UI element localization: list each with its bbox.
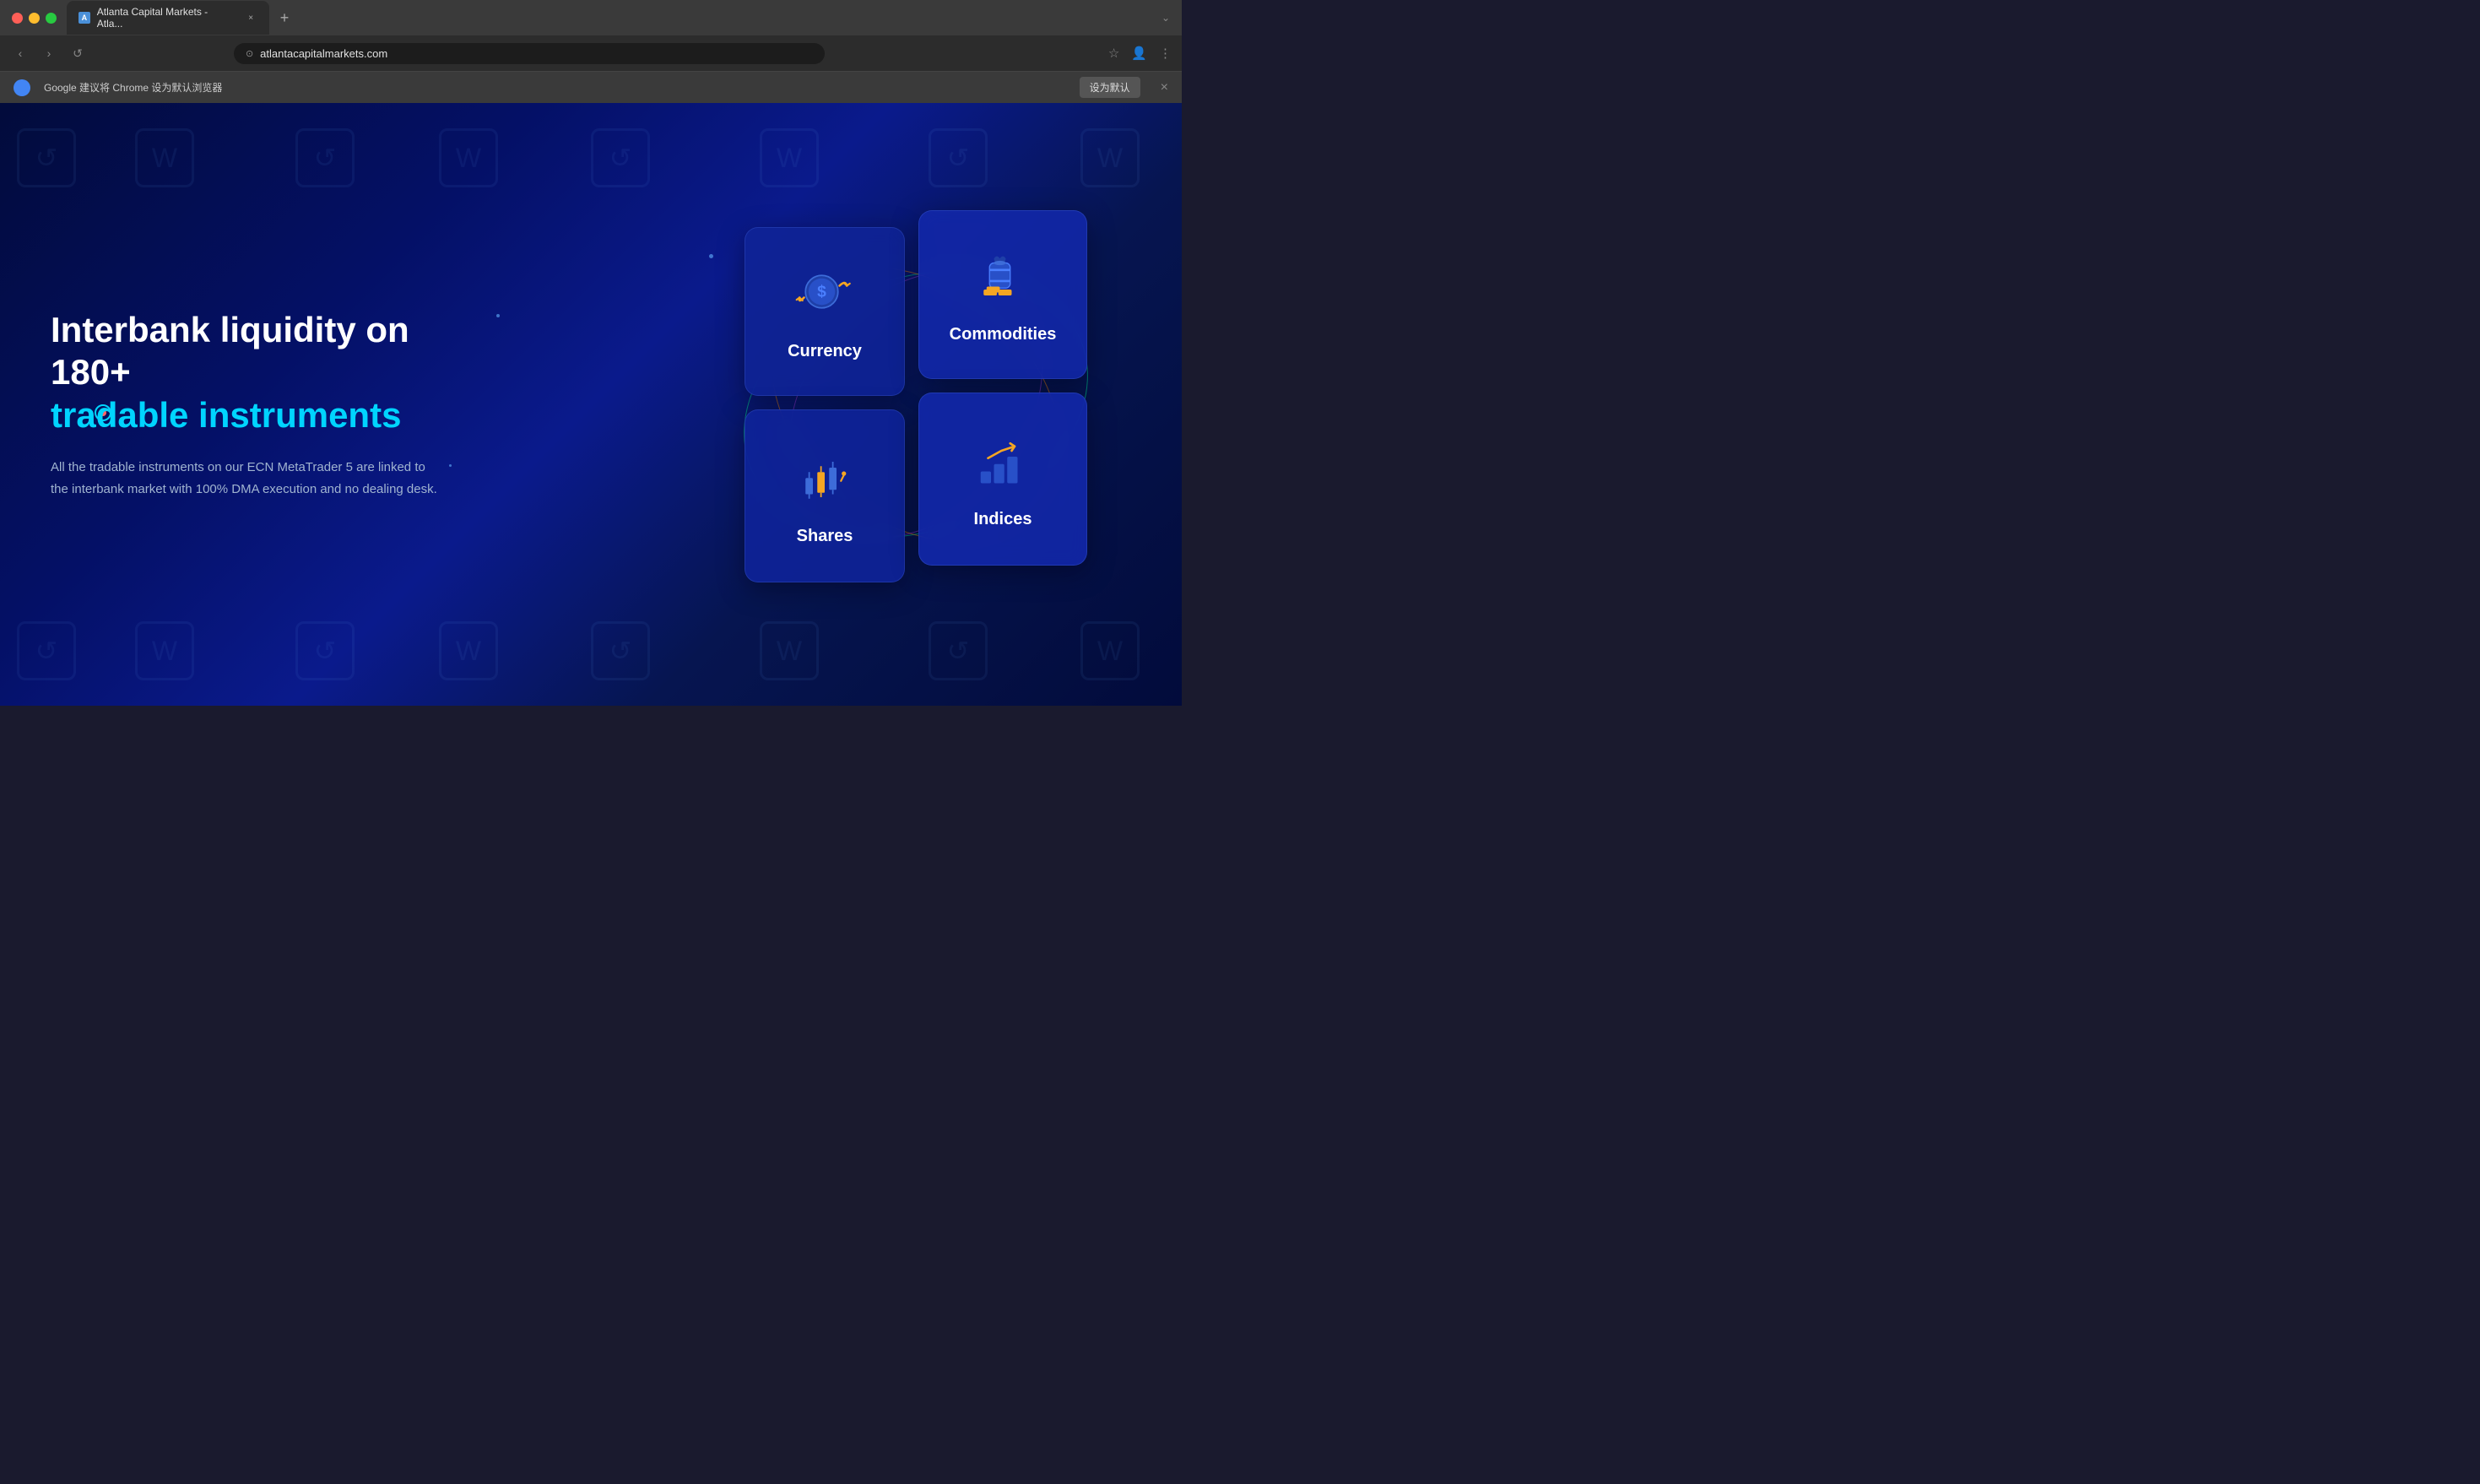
- commodities-card[interactable]: Commodities: [918, 210, 1087, 379]
- currency-icon: $: [791, 261, 858, 328]
- traffic-lights: [12, 13, 57, 24]
- shares-label: Shares: [797, 527, 853, 546]
- profile-icon[interactable]: 👤: [1131, 46, 1147, 61]
- notification-bar: Google 建议将 Chrome 设为默认浏览器 设为默认 ×: [0, 71, 1182, 103]
- url-text: atlantacapitalmarkets.com: [260, 47, 813, 60]
- currency-card[interactable]: $ Currency: [745, 227, 905, 396]
- watermark-icon-3: ↺: [295, 128, 355, 187]
- shares-icon: [791, 446, 858, 513]
- main-content: ↺ W ↺ W ↺ W ↺ W ↺ W ↺ W ↺ W ↺ W Interban…: [0, 103, 1182, 706]
- watermark-icon-4: W: [439, 128, 498, 187]
- watermark-icon-11: ↺: [295, 621, 355, 680]
- maximize-button[interactable]: [46, 13, 57, 24]
- forward-button[interactable]: ›: [39, 43, 59, 63]
- indices-card[interactable]: Indices: [918, 393, 1087, 566]
- browser-toolbar: ‹ › ↺ ⊙ atlantacapitalmarkets.com ☆ 👤 ⋮: [0, 35, 1182, 71]
- refresh-button[interactable]: ↺: [68, 43, 88, 63]
- menu-icon[interactable]: ⋮: [1159, 46, 1172, 61]
- watermark-icon-9: ↺: [17, 621, 76, 680]
- minimize-button[interactable]: [29, 13, 40, 24]
- tab-bar: A Atlanta Capital Markets - Atla... × +: [67, 1, 1161, 35]
- window-controls-chevron[interactable]: ⌄: [1161, 12, 1170, 24]
- google-logo: [14, 79, 30, 96]
- tab-title: Atlanta Capital Markets - Atla...: [97, 6, 234, 30]
- toolbar-icons: ☆ 👤 ⋮: [1108, 46, 1172, 61]
- headline-line2: tradable instruments: [51, 395, 401, 435]
- bookmark-icon[interactable]: ☆: [1108, 46, 1119, 61]
- commodities-label: Commodities: [950, 325, 1057, 344]
- svg-text:$: $: [817, 284, 826, 301]
- close-button[interactable]: [12, 13, 23, 24]
- title-bar: A Atlanta Capital Markets - Atla... × + …: [0, 0, 1182, 35]
- cards-grid: $ Currency: [728, 210, 1104, 599]
- watermark-icon-5: ↺: [591, 128, 650, 187]
- left-section: Interbank liquidity on 180+ tradable ins…: [0, 258, 650, 550]
- commodities-icon: [969, 244, 1037, 311]
- tab-favicon: A: [79, 12, 90, 24]
- watermark-icon-1: ↺: [17, 128, 76, 187]
- watermark-icon-12: W: [439, 621, 498, 680]
- shares-card[interactable]: Shares: [745, 409, 905, 582]
- address-bar[interactable]: ⊙ atlantacapitalmarkets.com: [234, 43, 825, 64]
- tab-close-button[interactable]: ×: [244, 11, 257, 24]
- headline-line1: Interbank liquidity on 180+: [51, 310, 409, 392]
- back-button[interactable]: ‹: [10, 43, 30, 63]
- indices-label: Indices: [974, 510, 1032, 529]
- lock-icon: ⊙: [246, 48, 253, 59]
- active-tab[interactable]: A Atlanta Capital Markets - Atla... ×: [67, 1, 269, 35]
- notification-text: Google 建议将 Chrome 设为默认浏览器: [44, 80, 1066, 95]
- right-section: $ Currency: [650, 103, 1182, 706]
- description-text: All the tradable instruments on our ECN …: [51, 457, 439, 500]
- watermark-icon-13: ↺: [591, 621, 650, 680]
- watermark-icon-2: W: [135, 128, 194, 187]
- currency-label: Currency: [788, 342, 862, 361]
- watermark-icon-10: W: [135, 621, 194, 680]
- indices-icon: [969, 429, 1037, 496]
- notification-close-icon[interactable]: ×: [1161, 80, 1168, 95]
- headline: Interbank liquidity on 180+ tradable ins…: [51, 309, 490, 436]
- new-tab-button[interactable]: +: [273, 6, 296, 30]
- set-default-button[interactable]: 设为默认: [1080, 77, 1140, 98]
